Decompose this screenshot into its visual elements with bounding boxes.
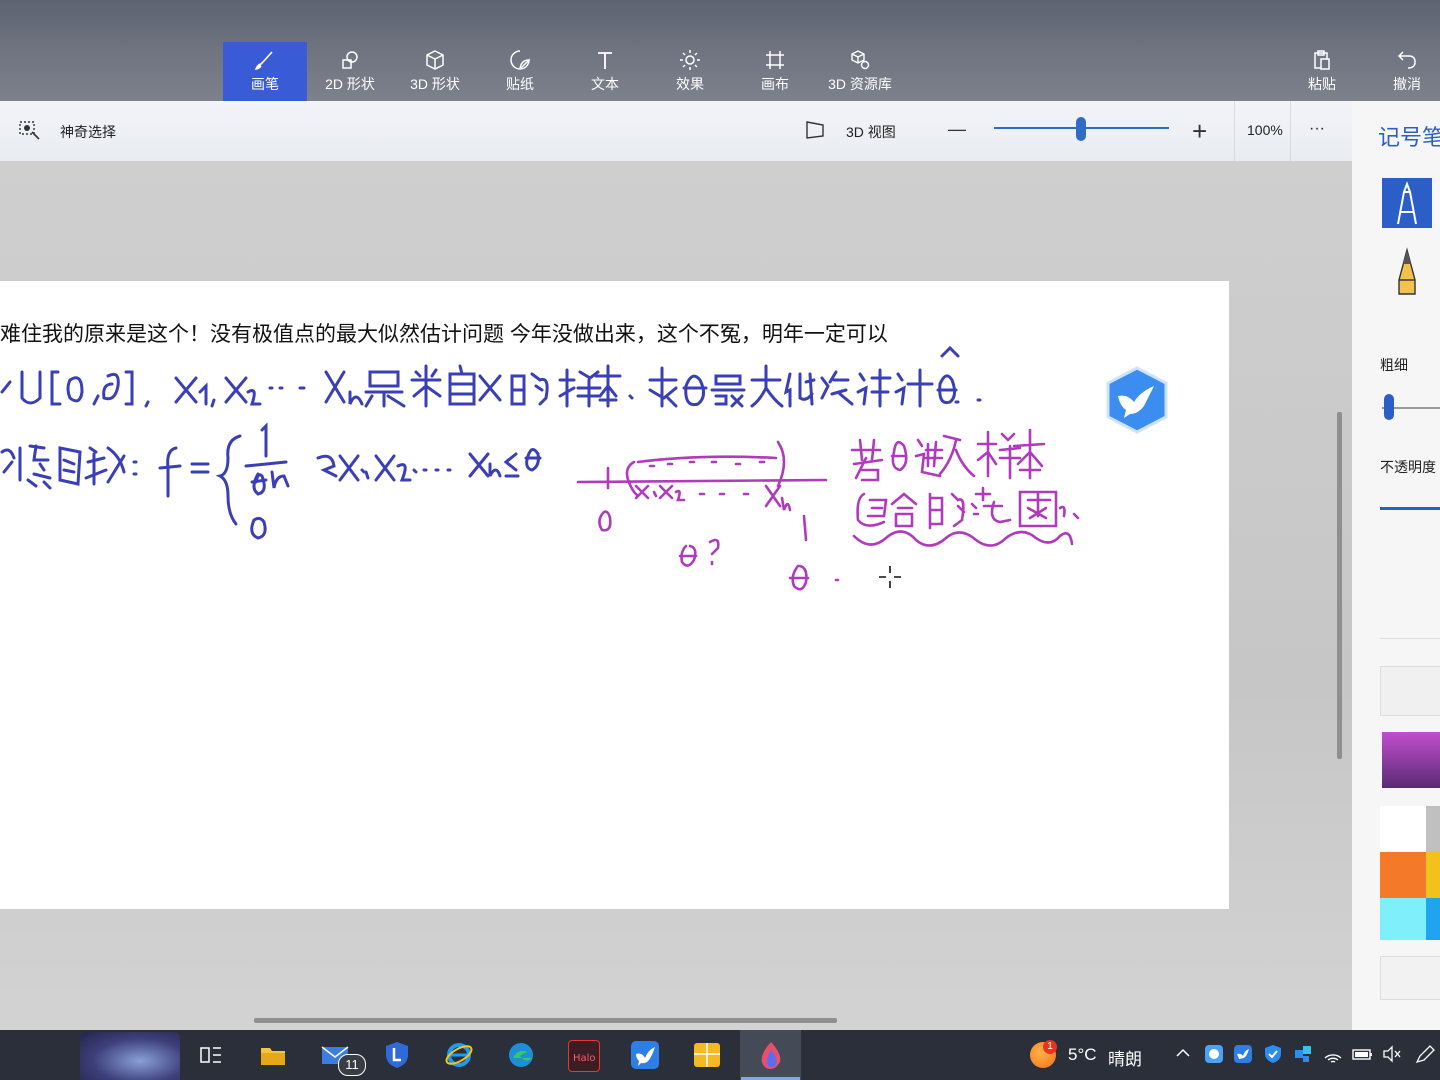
tab-3d-library[interactable]: 3D 资源库 [818, 42, 902, 101]
tab-label: 效果 [676, 76, 704, 92]
color-swatch-gray[interactable] [1426, 806, 1440, 852]
undo-button[interactable]: 撤消 [1365, 42, 1440, 101]
zoom-slider-thumb[interactable] [1076, 117, 1086, 141]
wifi-icon[interactable] [1323, 1044, 1343, 1069]
file-explorer-icon[interactable] [258, 1040, 288, 1070]
tab-brushes[interactable]: 画笔 [223, 42, 307, 101]
canvas-icon [733, 48, 817, 72]
tab-label: 3D 资源库 [828, 76, 892, 92]
paste-button[interactable]: 粘贴 [1280, 42, 1364, 101]
task-view-icon[interactable] [196, 1040, 226, 1070]
more-options-button[interactable]: ··· [1309, 120, 1325, 138]
svg-text:Halo: Halo [573, 1053, 596, 1064]
battery-icon[interactable] [1352, 1044, 1374, 1069]
color-swatch-white[interactable] [1380, 806, 1426, 852]
tab-label: 画布 [761, 76, 789, 92]
color-picker-button[interactable] [1380, 956, 1440, 1000]
magic-select-icon [19, 120, 41, 145]
undo-label: 撤消 [1393, 76, 1421, 92]
bird-app-icon[interactable] [630, 1040, 660, 1070]
divider [1380, 638, 1440, 639]
2d-shapes-icon [308, 48, 392, 72]
sticker-icon [478, 48, 562, 72]
opacity-slider-track[interactable] [1380, 507, 1440, 510]
tab-3d-shapes[interactable]: 3D 形状 [393, 42, 477, 101]
clipboard-icon [1280, 48, 1364, 72]
brush-icon [223, 48, 307, 72]
add-color-button[interactable] [1380, 666, 1440, 716]
effects-icon [648, 48, 732, 72]
panel-title: 记号笔 [1378, 125, 1440, 150]
text-icon [563, 48, 647, 72]
pen-icon[interactable] [1414, 1044, 1436, 1069]
marker-brush-button[interactable] [1382, 178, 1432, 228]
halo-app-icon[interactable]: Halo [568, 1040, 600, 1072]
3d-view-icon [805, 120, 827, 145]
3d-library-icon [818, 48, 902, 72]
tray-bird-icon[interactable] [1233, 1044, 1253, 1069]
undo-icon [1365, 48, 1440, 72]
3d-shapes-icon [393, 48, 477, 72]
internet-explorer-icon[interactable] [444, 1040, 474, 1070]
pencil-icon [1398, 247, 1416, 295]
shield-app-icon[interactable] [382, 1040, 412, 1070]
tab-stickers[interactable]: 贴纸 [478, 42, 562, 101]
tray-network-app-icon[interactable] [1293, 1044, 1313, 1069]
3d-view-toggle[interactable]: 3D 视图 [846, 122, 896, 142]
tab-canvas[interactable]: 画布 [733, 42, 817, 101]
search-banner-image[interactable] [80, 1032, 180, 1080]
bird-logo-icon[interactable] [1104, 366, 1170, 434]
thickness-label: 粗细 [1380, 357, 1408, 373]
secondary-toolbar [0, 101, 1352, 161]
tab-label: 文本 [591, 76, 619, 92]
notes-app-icon[interactable] [692, 1040, 722, 1070]
magic-select-button[interactable]: 神奇选择 [60, 122, 116, 142]
handwritten-ink [0, 345, 1080, 591]
color-swatch-yellow[interactable] [1426, 852, 1440, 898]
weather-temperature[interactable]: 5°C [1068, 1045, 1097, 1065]
tab-label: 画笔 [251, 76, 279, 92]
tab-2d-shapes[interactable]: 2D 形状 [308, 42, 392, 101]
tab-label: 贴纸 [506, 76, 534, 92]
tab-text[interactable]: 文本 [563, 42, 647, 101]
color-swatch-cyan[interactable] [1380, 898, 1426, 940]
tab-effects[interactable]: 效果 [648, 42, 732, 101]
mail-badge: 11 [338, 1054, 366, 1076]
volume-muted-icon[interactable] [1382, 1044, 1402, 1069]
marker-icon [1397, 181, 1417, 225]
horizontal-scrollbar[interactable] [254, 1018, 837, 1023]
edge-browser-icon[interactable] [506, 1040, 536, 1070]
pencil-brush-button[interactable] [1384, 244, 1430, 300]
color-swatch-blue[interactable] [1426, 898, 1440, 940]
tab-label: 3D 形状 [410, 76, 460, 92]
zoom-level[interactable]: 100% [1247, 122, 1283, 138]
divider [1290, 101, 1291, 161]
crosshair-cursor [879, 566, 901, 588]
paste-label: 粘贴 [1308, 76, 1336, 92]
tab-label: 2D 形状 [325, 76, 375, 92]
current-color-swatch[interactable] [1382, 732, 1440, 788]
thickness-slider-thumb[interactable] [1384, 394, 1394, 420]
divider [1234, 101, 1235, 161]
weather-badge: 1 [1043, 1040, 1057, 1054]
zoom-out-button[interactable]: — [948, 119, 966, 140]
vertical-scrollbar[interactable] [1337, 412, 1342, 759]
zoom-in-button[interactable]: + [1192, 116, 1207, 147]
tray-app-icon[interactable] [1204, 1044, 1224, 1069]
color-swatch-orange[interactable] [1380, 852, 1426, 898]
weather-description[interactable]: 晴朗 [1108, 1045, 1142, 1070]
paint-3d-icon[interactable] [756, 1040, 786, 1070]
tray-shield-icon[interactable] [1263, 1044, 1283, 1069]
opacity-label: 不透明度 [1380, 459, 1436, 475]
chevron-up-icon[interactable] [1174, 1044, 1192, 1067]
